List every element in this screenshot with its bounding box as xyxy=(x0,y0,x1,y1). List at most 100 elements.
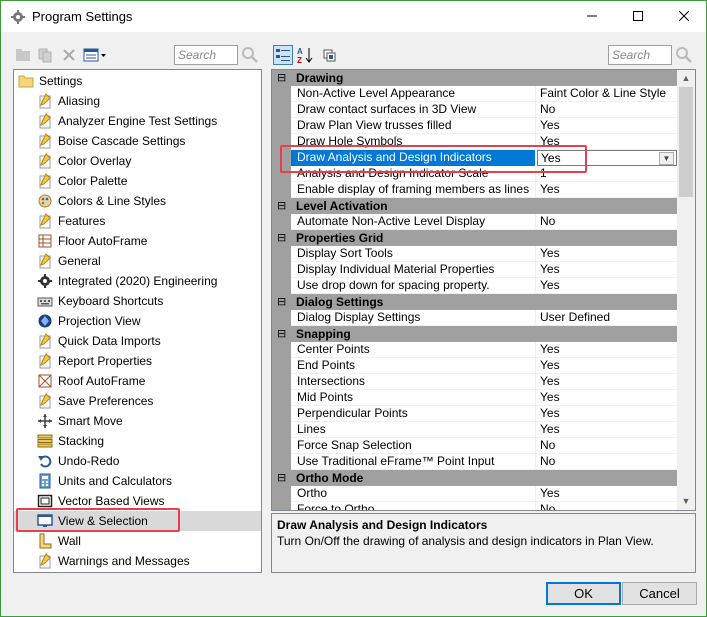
pencil-page-icon xyxy=(39,133,51,149)
grid-property-row[interactable]: Perpendicular Points Yes xyxy=(291,406,677,422)
tree-item[interactable]: Integrated (2020) Engineering xyxy=(14,271,261,291)
property-value[interactable]: Yes xyxy=(537,182,677,198)
settings-tree[interactable]: Settings Aliasing Analyzer Engine Test Se… xyxy=(13,69,262,573)
tree-item[interactable]: Floor AutoFrame xyxy=(14,231,261,251)
tree-root-settings[interactable]: Settings xyxy=(14,71,261,91)
grid-property-row[interactable]: Automate Non-Active Level Display No xyxy=(291,214,677,230)
grid-property-row[interactable]: Non-Active Level Appearance Faint Color &… xyxy=(291,86,677,102)
scroll-down-icon[interactable]: ▼ xyxy=(677,493,695,510)
property-value[interactable]: Yes xyxy=(537,374,677,390)
tree-search-input[interactable]: Search xyxy=(174,45,238,65)
tree-item[interactable]: Quick Data Imports xyxy=(14,331,261,351)
grid-property-row[interactable]: Draw contact surfaces in 3D View No xyxy=(291,102,677,118)
tree-item[interactable]: Stacking xyxy=(14,431,261,451)
property-value[interactable]: No xyxy=(537,438,677,454)
property-value[interactable]: Yes xyxy=(537,422,677,438)
scroll-up-icon[interactable]: ▲ xyxy=(677,70,695,87)
property-value[interactable]: Yes xyxy=(537,390,677,406)
collapse-icon[interactable]: ⊟ xyxy=(277,198,287,214)
grid-search-input[interactable]: Search xyxy=(608,45,672,65)
grid-category[interactable]: ⊟ Level Activation xyxy=(272,198,677,214)
property-value[interactable]: Yes xyxy=(537,342,677,358)
collapse-icon[interactable]: ⊟ xyxy=(277,326,287,342)
grid-property-row[interactable]: Ortho Yes xyxy=(291,486,677,502)
property-value[interactable]: No xyxy=(537,502,677,510)
property-value[interactable]: Yes xyxy=(537,358,677,374)
chevron-down-icon[interactable]: ▼ xyxy=(659,152,674,165)
scroll-thumb[interactable] xyxy=(679,87,693,197)
property-value[interactable]: Yes xyxy=(537,262,677,278)
search-icon[interactable] xyxy=(674,45,694,65)
property-value[interactable]: No xyxy=(537,214,677,230)
property-pages-icon[interactable] xyxy=(321,47,337,63)
grid-category[interactable]: ⊟ Properties Grid xyxy=(272,230,677,246)
tree-item[interactable]: Analyzer Engine Test Settings xyxy=(14,111,261,131)
search-icon[interactable] xyxy=(240,45,260,65)
tree-item[interactable]: Boise Cascade Settings xyxy=(14,131,261,151)
tree-item[interactable]: Projection View xyxy=(14,311,261,331)
tree-item[interactable]: Save Preferences xyxy=(14,391,261,411)
categorized-view-icon[interactable] xyxy=(273,45,293,65)
property-value[interactable]: No xyxy=(537,454,677,470)
grid-property-row[interactable]: Display Sort Tools Yes xyxy=(291,246,677,262)
grid-property-row[interactable]: Intersections Yes xyxy=(291,374,677,390)
grid-category[interactable]: ⊟ Ortho Mode xyxy=(272,470,677,486)
tree-item[interactable]: Color Overlay xyxy=(14,151,261,171)
property-value[interactable]: Yes xyxy=(537,486,677,502)
collapse-icon[interactable]: ⊟ xyxy=(277,470,287,486)
tree-item[interactable]: Keyboard Shortcuts xyxy=(14,291,261,311)
grid-property-row[interactable]: Center Points Yes xyxy=(291,342,677,358)
collapse-icon[interactable]: ⊟ xyxy=(277,70,287,86)
tree-item[interactable]: General xyxy=(14,251,261,271)
new-folder-icon[interactable] xyxy=(15,47,31,63)
title-bar[interactable]: Program Settings xyxy=(1,1,706,32)
tree-item[interactable]: Report Properties xyxy=(14,351,261,371)
tree-item[interactable]: Color Palette xyxy=(14,171,261,191)
tree-item[interactable]: Smart Move xyxy=(14,411,261,431)
property-value[interactable]: Yes xyxy=(537,246,677,262)
grid-property-row[interactable]: Enable display of framing members as lin… xyxy=(291,182,677,198)
tree-item[interactable]: Units and Calculators xyxy=(14,471,261,491)
grid-property-row[interactable]: Dialog Display Settings User Defined xyxy=(291,310,677,326)
close-button[interactable] xyxy=(661,1,707,32)
grid-category[interactable]: ⊟ Dialog Settings xyxy=(272,294,677,310)
property-grid[interactable]: ⊟ Drawing Non-Active Level Appearance Faint… xyxy=(271,69,696,511)
grid-property-row[interactable]: Display Individual Material Properties Ye… xyxy=(291,262,677,278)
delete-icon[interactable] xyxy=(61,47,77,63)
tree-item-label: Vector Based Views xyxy=(58,494,165,508)
maximize-button[interactable] xyxy=(615,1,661,32)
minimize-button[interactable] xyxy=(569,1,615,32)
property-value[interactable]: Yes xyxy=(537,118,677,134)
view-options-icon[interactable] xyxy=(83,47,107,63)
tree-item[interactable]: Features xyxy=(14,211,261,231)
property-value[interactable]: No xyxy=(537,102,677,118)
vector-view-icon xyxy=(37,494,53,508)
grid-property-row[interactable]: Use drop down for spacing property. Yes xyxy=(291,278,677,294)
ok-button[interactable]: OK xyxy=(546,582,621,605)
sort-alphabetical-icon[interactable]: AZ xyxy=(295,45,315,65)
grid-property-row[interactable]: Draw Plan View trusses filled Yes xyxy=(291,118,677,134)
tree-item[interactable]: Wall xyxy=(14,531,261,551)
grid-category[interactable]: ⊟ Snapping xyxy=(272,326,677,342)
collapse-icon[interactable]: ⊟ xyxy=(277,230,287,246)
cancel-button[interactable]: Cancel xyxy=(622,582,697,605)
property-value[interactable]: Yes xyxy=(537,406,677,422)
grid-scrollbar[interactable]: ▲ ▼ xyxy=(677,70,695,510)
tree-item[interactable]: Warnings and Messages xyxy=(14,551,261,571)
grid-property-row[interactable]: Force Snap Selection No xyxy=(291,438,677,454)
grid-property-row[interactable]: Lines Yes xyxy=(291,422,677,438)
collapse-icon[interactable]: ⊟ xyxy=(277,294,287,310)
property-value[interactable]: User Defined xyxy=(537,310,677,326)
copy-icon[interactable] xyxy=(37,47,53,63)
tree-item[interactable]: Undo-Redo xyxy=(14,451,261,471)
tree-item[interactable]: Aliasing xyxy=(14,91,261,111)
property-value[interactable]: Faint Color & Line Style xyxy=(537,86,677,102)
grid-property-row[interactable]: Use Traditional eFrame™ Point Input No xyxy=(291,454,677,470)
grid-property-row[interactable]: Mid Points Yes xyxy=(291,390,677,406)
grid-category[interactable]: ⊟ Drawing xyxy=(272,70,677,86)
grid-property-row[interactable]: Force to Ortho No xyxy=(291,502,677,510)
tree-item[interactable]: Colors & Line Styles xyxy=(14,191,261,211)
property-value[interactable]: Yes xyxy=(537,278,677,294)
grid-property-row[interactable]: End Points Yes xyxy=(291,358,677,374)
tree-item[interactable]: Roof AutoFrame xyxy=(14,371,261,391)
